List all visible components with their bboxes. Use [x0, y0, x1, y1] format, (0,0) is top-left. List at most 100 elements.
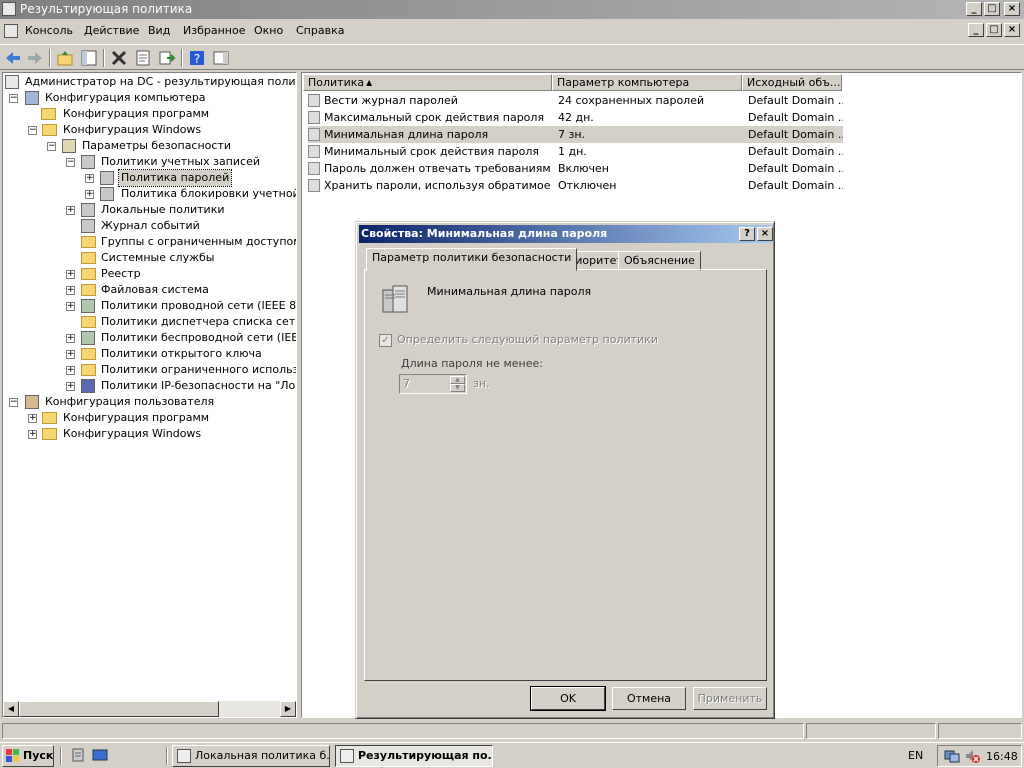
taskbar-button-local-policy[interactable]: Локальная политика б... — [172, 745, 330, 767]
password-length-spinner[interactable]: 7 ▲ ▼ — [399, 374, 467, 394]
column-header-policy[interactable]: Политика ▲ — [303, 74, 552, 91]
expand-toggle[interactable]: + — [85, 174, 94, 183]
table-row[interactable]: Максимальный срок действия пароля 42 дн.… — [308, 109, 843, 126]
tree-item-network-list-manager[interactable]: Политики диспетчера списка сетей — [81, 314, 296, 330]
tree-item-software-settings[interactable]: Конфигурация программ — [41, 106, 291, 122]
scroll-right-button[interactable]: ▶ — [280, 701, 296, 717]
minimize-button[interactable]: _ — [966, 2, 982, 16]
show-action-pane-icon[interactable] — [212, 49, 230, 67]
start-button[interactable]: Пуск — [2, 745, 54, 767]
menu-help[interactable]: Справка — [296, 24, 344, 37]
console-icon[interactable] — [4, 24, 18, 38]
tree-item-windows-settings[interactable]: − Конфигурация Windows — [28, 122, 288, 138]
table-row[interactable]: Вести журнал паролей 24 сохраненных паро… — [308, 92, 843, 109]
network-icon — [81, 299, 95, 313]
back-arrow-icon[interactable] — [4, 49, 22, 67]
show-desktop-icon[interactable] — [92, 747, 108, 763]
tree-item-registry[interactable]: + Реестр — [66, 266, 296, 282]
tree-item-password-policy[interactable]: + Политика паролей — [85, 169, 296, 187]
forward-arrow-icon[interactable] — [26, 49, 44, 67]
tree-item-restricted-groups[interactable]: Группы с ограниченным доступом — [81, 234, 296, 250]
tree-item-local-policies[interactable]: + Локальные политики — [66, 202, 296, 218]
collapse-toggle[interactable]: − — [9, 94, 18, 103]
column-header-computer-setting[interactable]: Параметр компьютера — [552, 74, 742, 91]
child-minimize-button[interactable]: _ — [968, 23, 984, 37]
spin-down-button[interactable]: ▼ — [450, 384, 465, 392]
apply-button[interactable]: Применить — [693, 687, 767, 710]
tree-item-software-restriction[interactable]: + Политики ограниченного использования п… — [66, 362, 296, 378]
expand-toggle[interactable]: + — [66, 382, 75, 391]
taskbar-button-rsop[interactable]: Результирующая по... — [335, 745, 493, 767]
scroll-left-button[interactable]: ◀ — [3, 701, 19, 717]
dialog-help-button[interactable]: ? — [739, 227, 755, 241]
window-titlebar[interactable]: Результирующая политика _ □ × — [0, 0, 1024, 19]
tree-item-ipsec[interactable]: + Политики IP-безопасности на "Локальный… — [66, 378, 296, 394]
tree-item-file-system[interactable]: + Файловая система — [66, 282, 296, 298]
collapse-toggle[interactable]: − — [9, 398, 18, 407]
tree-item-wireless-network[interactable]: + Политики беспроводной сети (IEEE 802.1… — [66, 330, 296, 346]
volume-muted-icon[interactable] — [964, 748, 980, 764]
ok-button[interactable]: OK — [530, 686, 606, 711]
network-tray-icon[interactable] — [944, 748, 960, 764]
policy-item-icon — [308, 162, 320, 175]
help-icon[interactable]: ? — [188, 49, 206, 67]
menu-favorites[interactable]: Избранное — [183, 24, 245, 37]
expand-toggle[interactable]: + — [66, 302, 75, 311]
maximize-button[interactable]: □ — [984, 2, 1000, 16]
show-hide-tree-icon[interactable] — [80, 49, 98, 67]
menu-console[interactable]: Консоль — [25, 24, 73, 37]
tree-item-system-services[interactable]: Системные службы — [81, 250, 296, 266]
tree-horizontal-scrollbar[interactable]: ◀ ▶ — [3, 701, 296, 717]
collapse-toggle[interactable]: − — [28, 126, 37, 135]
tree-item-wired-network[interactable]: + Политики проводной сети (IEEE 802.3) — [66, 298, 296, 314]
tree-item-computer-config[interactable]: − Конфигурация компьютера — [9, 90, 289, 106]
dialog-titlebar[interactable]: Свойства: Минимальная длина пароля ? × — [359, 225, 773, 243]
column-header-source-gpo[interactable]: Исходный объ... — [742, 74, 842, 91]
expand-toggle[interactable]: + — [28, 430, 37, 439]
tree-item-public-key[interactable]: + Политики открытого ключа — [66, 346, 296, 362]
tree-item-user-config[interactable]: − Конфигурация пользователя — [9, 394, 294, 410]
expand-toggle[interactable]: + — [66, 270, 75, 279]
expand-toggle[interactable]: + — [66, 206, 75, 215]
menu-view[interactable]: Вид — [148, 24, 170, 37]
define-policy-checkbox[interactable]: ✓ — [379, 334, 392, 347]
expand-toggle[interactable]: + — [66, 334, 75, 343]
export-list-icon[interactable] — [158, 49, 176, 67]
tree-item-lockout-policy[interactable]: + Политика блокировки учетной записи — [85, 186, 296, 202]
tree-item-user-software-settings[interactable]: + Конфигурация программ — [28, 410, 288, 426]
cancel-button[interactable]: Отмена — [612, 687, 686, 710]
language-indicator[interactable]: EN — [908, 749, 923, 762]
collapse-toggle[interactable]: − — [66, 158, 75, 167]
child-restore-button[interactable]: □ — [986, 23, 1002, 37]
tab-security-policy-setting[interactable]: Параметр политики безопасности — [366, 248, 578, 271]
cell-source: Default Domain ... — [748, 145, 843, 158]
child-close-button[interactable]: × — [1004, 23, 1020, 37]
tree-item-user-windows-settings[interactable]: + Конфигурация Windows — [28, 426, 288, 442]
table-row[interactable]: Пароль должен отвечать требованиям сл...… — [308, 160, 843, 177]
table-row-selected[interactable]: Минимальная длина пароля 7 зн. Default D… — [308, 126, 843, 143]
mmc-app-icon — [2, 2, 16, 16]
up-folder-icon[interactable] — [56, 49, 74, 67]
expand-toggle[interactable]: + — [66, 366, 75, 375]
close-button[interactable]: × — [1004, 2, 1020, 16]
table-row[interactable]: Минимальный срок действия пароля 1 дн. D… — [308, 143, 843, 160]
expand-toggle[interactable]: + — [28, 414, 37, 423]
menu-window[interactable]: Окно — [254, 24, 283, 37]
expand-toggle[interactable]: + — [66, 350, 75, 359]
spin-up-button[interactable]: ▲ — [450, 376, 465, 384]
tree-item-account-policies[interactable]: − Политики учетных записей — [66, 154, 296, 170]
expand-toggle[interactable]: + — [66, 286, 75, 295]
collapse-toggle[interactable]: − — [47, 142, 56, 151]
scroll-thumb[interactable] — [19, 701, 219, 717]
delete-icon[interactable] — [110, 49, 128, 67]
tab-explain[interactable]: Объяснение — [618, 251, 701, 271]
expand-toggle[interactable]: + — [85, 190, 94, 199]
properties-icon[interactable] — [134, 49, 152, 67]
server-manager-icon[interactable] — [70, 747, 86, 763]
table-row[interactable]: Хранить пароли, используя обратимое ши..… — [308, 177, 843, 194]
tree-item-security-settings[interactable]: − Параметры безопасности — [47, 138, 296, 154]
menu-action[interactable]: Действие — [84, 24, 139, 37]
dialog-close-button[interactable]: × — [757, 227, 773, 241]
tree-item-label: Администратор на DC - результирующая пол… — [25, 75, 297, 88]
tree-item-event-log[interactable]: Журнал событий — [81, 218, 296, 234]
